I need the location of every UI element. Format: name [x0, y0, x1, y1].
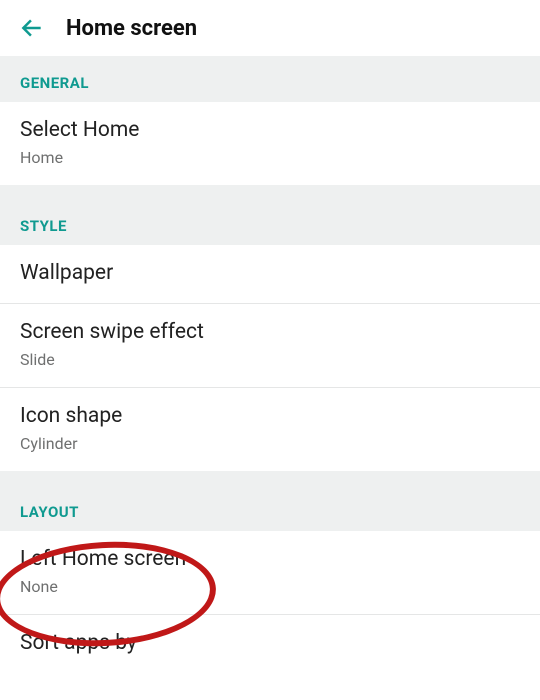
settings-screen: Home screen GENERAL Select Home Home STY…: [0, 0, 540, 700]
page-title: Home screen: [66, 16, 197, 41]
item-title: Sort apps by: [20, 631, 520, 655]
section-header-style: STYLE: [0, 199, 540, 245]
item-title: Screen swipe effect: [20, 320, 520, 344]
item-title: Left Home screen: [20, 547, 520, 571]
item-select-home[interactable]: Select Home Home: [0, 102, 540, 185]
item-value: Slide: [20, 350, 520, 369]
item-icon-shape[interactable]: Icon shape Cylinder: [0, 388, 540, 471]
item-value: None: [20, 577, 520, 596]
back-button[interactable]: [16, 12, 48, 44]
item-screen-swipe-effect[interactable]: Screen swipe effect Slide: [0, 304, 540, 388]
section-gap: [0, 471, 540, 485]
item-title: Select Home: [20, 118, 520, 142]
app-bar: Home screen: [0, 0, 540, 56]
item-value: Home: [20, 148, 520, 167]
item-title: Icon shape: [20, 404, 520, 428]
item-sort-apps-by[interactable]: Sort apps by: [0, 615, 540, 673]
item-wallpaper[interactable]: Wallpaper: [0, 245, 540, 304]
arrow-left-icon: [19, 15, 45, 41]
item-title: Wallpaper: [20, 261, 520, 285]
item-value: Cylinder: [20, 434, 520, 453]
section-header-layout: LAYOUT: [0, 485, 540, 531]
section-header-general: GENERAL: [0, 56, 540, 102]
section-gap: [0, 185, 540, 199]
item-left-home-screen[interactable]: Left Home screen None: [0, 531, 540, 615]
